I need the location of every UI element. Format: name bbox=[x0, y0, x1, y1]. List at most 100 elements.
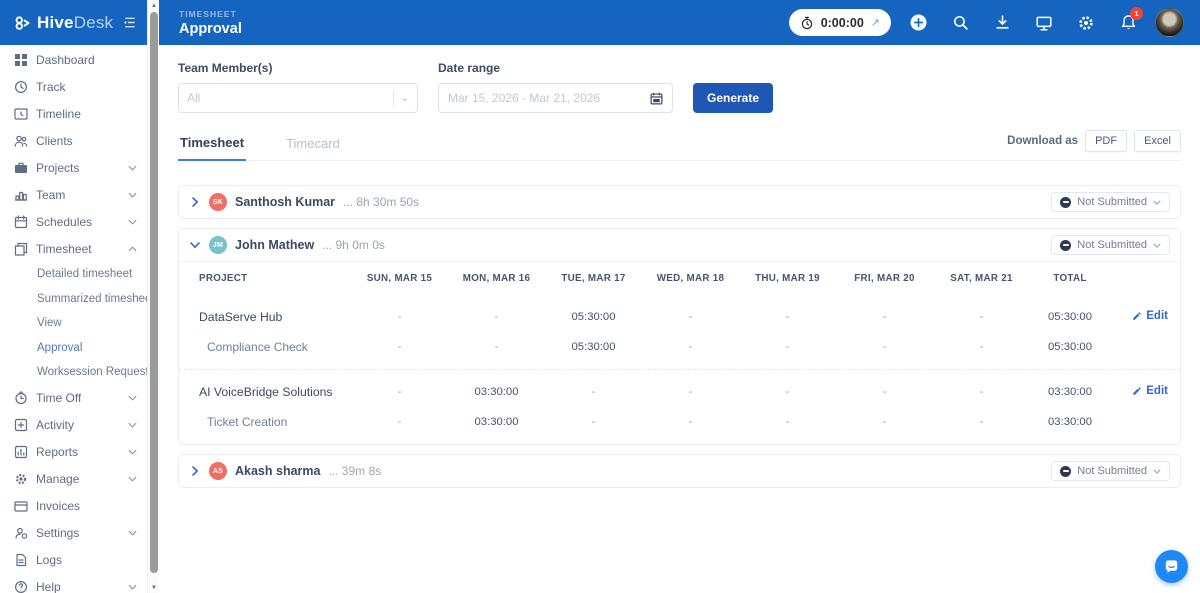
chevron-down-icon bbox=[128, 395, 137, 401]
sidebar-subitem-approval[interactable]: Approval bbox=[0, 336, 147, 361]
day-value: - bbox=[836, 416, 933, 428]
team-members-select[interactable]: All ⌄ bbox=[178, 83, 418, 113]
brand-logo[interactable]: HiveDesk bbox=[0, 0, 147, 45]
scrollbar-thumb[interactable] bbox=[150, 12, 158, 573]
project-name: DataServe Hub bbox=[179, 310, 351, 324]
day-value: - bbox=[545, 386, 642, 398]
sidebar-item-logs[interactable]: Logs bbox=[0, 547, 147, 574]
generate-button[interactable]: Generate bbox=[693, 83, 773, 113]
member-card-john: JM John Mathew ... 9h 0m 0s Not Submitte… bbox=[178, 228, 1181, 445]
status-dropdown[interactable]: Not Submitted bbox=[1051, 235, 1170, 255]
user-avatar[interactable] bbox=[1155, 8, 1184, 37]
member-row[interactable]: JM John Mathew ... 9h 0m 0s Not Submitte… bbox=[179, 229, 1180, 261]
member-name[interactable]: Santhosh Kumar bbox=[235, 195, 335, 209]
clients-icon bbox=[13, 134, 28, 148]
column-header: THU, MAR 19 bbox=[739, 273, 836, 284]
tab-timecard[interactable]: Timecard bbox=[284, 130, 342, 160]
edit-link[interactable]: Edit bbox=[1132, 310, 1168, 322]
date-range-input[interactable] bbox=[448, 91, 650, 105]
team-members-value: All bbox=[187, 91, 200, 105]
status-dropdown[interactable]: Not Submitted bbox=[1051, 461, 1170, 481]
day-value: - bbox=[836, 386, 933, 398]
day-value: 03:30:00 bbox=[448, 416, 545, 428]
sidebar-item-clients[interactable]: Clients bbox=[0, 127, 147, 154]
sidebar-item-team[interactable]: Team bbox=[0, 181, 147, 208]
chevron-down-icon bbox=[128, 530, 137, 536]
sidebar-item-reports[interactable]: Reports bbox=[0, 439, 147, 466]
timer-value: 0:00:00 bbox=[821, 16, 864, 30]
member-name[interactable]: Akash sharma bbox=[235, 464, 320, 478]
download-pdf-button[interactable]: PDF bbox=[1085, 130, 1127, 152]
sidebar-item-label: Schedules bbox=[36, 215, 92, 229]
day-value: 03:30:00 bbox=[448, 386, 545, 398]
day-value: - bbox=[642, 341, 739, 353]
sidebar-subitem-detailed-timesheet[interactable]: Detailed timesheet bbox=[0, 262, 147, 287]
expand-timer-icon[interactable]: ↗ bbox=[871, 16, 880, 29]
sidebar-collapse-icon[interactable] bbox=[122, 15, 137, 30]
avatar: SK bbox=[209, 193, 227, 211]
screen-share-button[interactable] bbox=[1029, 8, 1059, 38]
member-duration: ... 8h 30m 50s bbox=[343, 195, 419, 209]
date-range-field[interactable] bbox=[438, 83, 673, 113]
sidebar-item-projects[interactable]: Projects bbox=[0, 154, 147, 181]
status-label: Not Submitted bbox=[1077, 196, 1147, 208]
member-row[interactable]: AS Akash sharma ... 39m 8s Not Submitted bbox=[179, 455, 1180, 487]
top-bar: HiveDesk TIMESHEET Approval 0:00:00 ↗ bbox=[0, 0, 1200, 45]
table-row: DataServe Hub - - 05:30:00 - - - - 05:30… bbox=[179, 302, 1180, 332]
scrollbar-up-arrow[interactable]: ▲ bbox=[148, 3, 160, 9]
collapse-chevron-down-icon[interactable] bbox=[189, 239, 201, 251]
download-excel-button[interactable]: Excel bbox=[1134, 130, 1181, 152]
member-name[interactable]: John Mathew bbox=[235, 238, 314, 252]
notifications-bell-button[interactable]: 1 bbox=[1113, 8, 1143, 38]
tab-timesheet[interactable]: Timesheet bbox=[178, 129, 246, 161]
column-header: WED, MAR 18 bbox=[642, 273, 739, 284]
member-row[interactable]: SK Santhosh Kumar ... 8h 30m 50s Not Sub… bbox=[179, 186, 1180, 218]
total-value: 05:30:00 bbox=[1030, 311, 1110, 323]
sidebar-item-invoices[interactable]: Invoices bbox=[0, 493, 147, 520]
timer-widget[interactable]: 0:00:00 ↗ bbox=[789, 9, 891, 36]
scrollbar-down-arrow[interactable]: ▼ bbox=[148, 585, 160, 591]
expand-chevron-right-icon[interactable] bbox=[189, 196, 201, 208]
chat-widget-button[interactable] bbox=[1155, 550, 1188, 583]
sidebar-item-label: Team bbox=[36, 188, 65, 202]
sidebar-subitem-view[interactable]: View bbox=[0, 311, 147, 336]
sidebar-subitem-worksession-requests[interactable]: Worksession Requests (0) bbox=[0, 360, 147, 385]
expand-chevron-right-icon[interactable] bbox=[189, 465, 201, 477]
day-value: - bbox=[739, 416, 836, 428]
sidebar-item-schedules[interactable]: Schedules bbox=[0, 208, 147, 235]
sidebar-item-label: Timeline bbox=[36, 107, 81, 121]
day-value: - bbox=[739, 341, 836, 353]
chevron-down-icon bbox=[128, 192, 137, 198]
column-header: TUE, MAR 17 bbox=[545, 273, 642, 284]
settings-gear-button[interactable] bbox=[1071, 8, 1101, 38]
quick-add-button[interactable] bbox=[903, 8, 933, 38]
sidebar-item-timeline[interactable]: Timeline bbox=[0, 100, 147, 127]
status-dropdown[interactable]: Not Submitted bbox=[1051, 192, 1170, 212]
sidebar-item-help[interactable]: Help bbox=[0, 574, 147, 593]
day-value: 05:30:00 bbox=[545, 311, 642, 323]
chevron-down-icon: ⌄ bbox=[394, 93, 409, 104]
sidebar-item-manage[interactable]: Manage bbox=[0, 466, 147, 493]
brand-name: HiveDesk bbox=[37, 13, 113, 33]
not-submitted-icon bbox=[1060, 240, 1071, 251]
sidebar-item-timesheet[interactable]: Timesheet bbox=[0, 235, 147, 262]
sidebar-item-settings[interactable]: Settings bbox=[0, 520, 147, 547]
project-group: DataServe Hub - - 05:30:00 - - - - 05:30… bbox=[179, 295, 1180, 370]
sidebar-item-activity[interactable]: Activity bbox=[0, 412, 147, 439]
sidebar-item-track[interactable]: Track bbox=[0, 73, 147, 100]
sidebar-item-time-off[interactable]: Time Off bbox=[0, 385, 147, 412]
sidebar-item-dashboard[interactable]: Dashboard bbox=[0, 46, 147, 73]
chevron-down-icon bbox=[128, 219, 137, 225]
calendar-icon[interactable] bbox=[650, 92, 663, 105]
chevron-down-icon bbox=[1153, 469, 1161, 474]
vertical-scrollbar[interactable]: ▲ ▼ bbox=[147, 0, 159, 593]
project-name: AI VoiceBridge Solutions bbox=[179, 385, 351, 399]
chevron-down-icon bbox=[128, 449, 137, 455]
sidebar-subitem-summarized-timesheet[interactable]: Summarized timesheet bbox=[0, 287, 147, 312]
edit-link[interactable]: Edit bbox=[1132, 385, 1168, 397]
download-button[interactable] bbox=[987, 8, 1017, 38]
sidebar-item-label: Time Off bbox=[36, 391, 81, 405]
table-row: AI VoiceBridge Solutions - 03:30:00 - - … bbox=[179, 377, 1180, 407]
search-button[interactable] bbox=[945, 8, 975, 38]
column-header: TOTAL bbox=[1030, 273, 1110, 284]
